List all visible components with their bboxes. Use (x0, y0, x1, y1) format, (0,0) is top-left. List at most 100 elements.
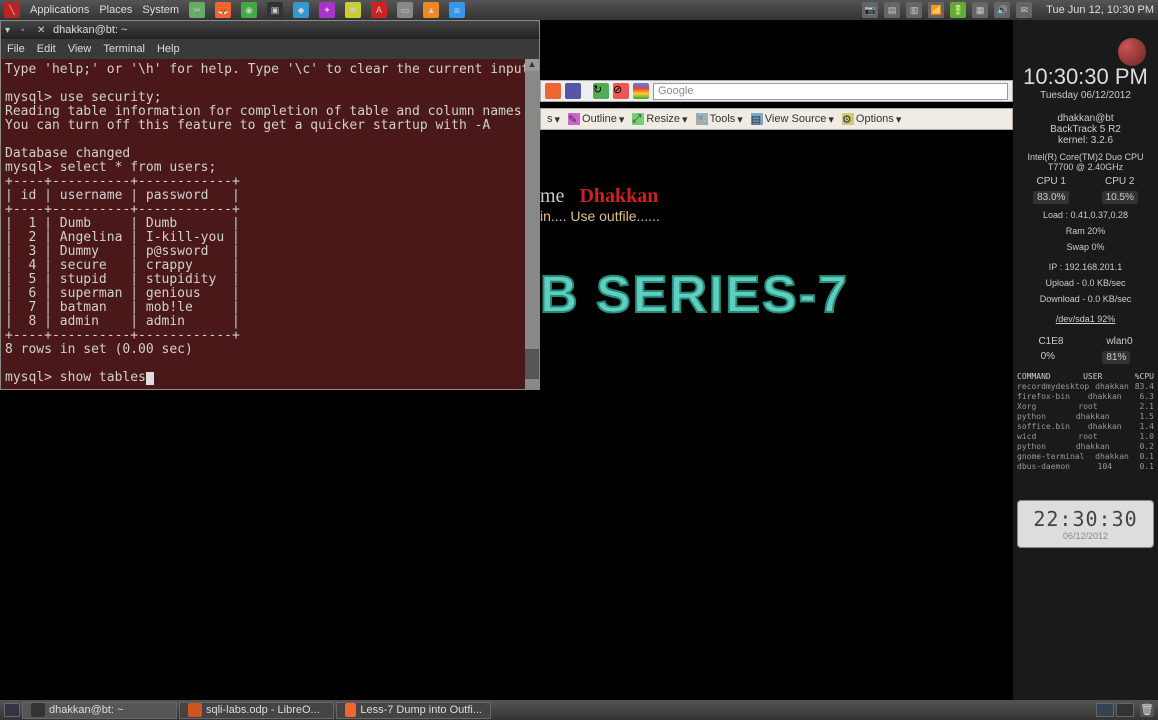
tool-s[interactable]: s ▾ (547, 113, 560, 126)
browser-search-input[interactable]: Google (653, 83, 1008, 100)
workspace-1[interactable] (1096, 703, 1114, 717)
app-icon-2[interactable]: ◆ (293, 2, 309, 18)
window-close-icon[interactable]: ✕ (37, 25, 47, 35)
desktop-clock: 22:30:30 06/12/2012 (1017, 500, 1154, 548)
process-row: pythondhakkan1.5 (1017, 412, 1154, 422)
workspace-switcher[interactable] (1096, 703, 1134, 717)
process-row: firefox-bindhakkan6.3 (1017, 392, 1154, 402)
taskbar-firefox[interactable]: Less-7 Dump into Outfi... (336, 702, 491, 719)
menu-system[interactable]: System (142, 4, 179, 16)
conky-download: Download - 0.0 KB/sec (1017, 294, 1154, 304)
terminal-body[interactable]: Type 'help;' or '\h' for help. Type '\c'… (1, 59, 539, 389)
term-menu-terminal[interactable]: Terminal (103, 43, 145, 55)
window-pin-icon[interactable]: ◦ (21, 25, 31, 35)
mail-icon[interactable]: ✉ (1016, 2, 1032, 18)
iface2-label: wlan0 (1106, 336, 1132, 347)
addon-icon-2[interactable] (565, 83, 581, 99)
tray-icon-b[interactable]: ▥ (906, 2, 922, 18)
google-g-icon[interactable] (633, 83, 649, 99)
cpu1-label: CPU 1 (1037, 176, 1066, 187)
clock-big: 22:30:30 (1024, 507, 1147, 531)
taskbar-terminal-label: dhakkan@bt: ~ (49, 704, 123, 716)
dropbox-icon[interactable]: ⧈ (449, 2, 465, 18)
taskbar-firefox-label: Less-7 Dump into Outfi... (360, 704, 482, 716)
tool-options[interactable]: ⚙Options ▾ (842, 113, 901, 126)
vlc-icon[interactable]: ▲ (423, 2, 439, 18)
app-icon-5[interactable]: ▭ (397, 2, 413, 18)
taskbar-libreoffice[interactable]: sqli-labs.odp - LibreO... (179, 702, 334, 719)
scrollbar-up-icon[interactable]: ▲ (525, 59, 539, 71)
conky-distro: BackTrack 5 R2 (1017, 124, 1154, 135)
task-impress-icon (188, 703, 202, 717)
tool-icon-1[interactable]: ✂ (189, 2, 205, 18)
terminal-scrollbar[interactable]: ▲ (525, 59, 539, 389)
search-placeholder-text: Google (658, 85, 693, 97)
menu-applications[interactable]: Applications (30, 4, 89, 16)
network-icon[interactable]: 📶 (928, 2, 944, 18)
stop-icon[interactable]: ⊘ (613, 83, 629, 99)
process-row: wicdroot1.0 (1017, 432, 1154, 442)
welcome-line: me Dhakkan (540, 185, 658, 208)
cpu2-label: CPU 2 (1105, 176, 1134, 187)
chrome-icon[interactable]: ◉ (241, 2, 257, 18)
terminal-icon[interactable]: ▣ (267, 2, 283, 18)
iface1-pct: 0% (1041, 351, 1055, 364)
conky-swap: Swap 0% (1017, 242, 1154, 252)
scrollbar-thumb[interactable] (525, 349, 539, 379)
term-menu-view[interactable]: View (68, 43, 92, 55)
process-table: COMMANDUSER%CPUrecordmydesktopdhakkan83.… (1017, 372, 1154, 472)
conky-host: dhakkan@bt (1017, 113, 1154, 124)
process-row: Xorgroot2.1 (1017, 402, 1154, 412)
app-icon-4[interactable]: ✖ (345, 2, 361, 18)
tool-tools[interactable]: 🔧Tools ▾ (696, 113, 743, 126)
tray-icon-c[interactable]: ▦ (972, 2, 988, 18)
term-menu-help[interactable]: Help (157, 43, 180, 55)
term-menu-file[interactable]: File (7, 43, 25, 55)
reload-icon[interactable]: ↻ (593, 83, 609, 99)
tool-viewsource[interactable]: ▤View Source ▾ (751, 113, 834, 126)
conky-date: Tuesday 06/12/2012 (1017, 90, 1154, 101)
top-panel: ╲ Applications Places System ✂ 🦊 ◉ ▣ ◆ ✦… (0, 0, 1158, 20)
distro-icon[interactable]: ╲ (4, 2, 20, 18)
process-row: recordmydesktopdhakkan83.4 (1017, 382, 1154, 392)
task-firefox-icon (345, 703, 356, 717)
process-row: pythondhakkan0.2 (1017, 442, 1154, 452)
taskbar-libreoffice-label: sqli-labs.odp - LibreO... (206, 704, 320, 716)
term-menu-edit[interactable]: Edit (37, 43, 56, 55)
addon-icon-1[interactable] (545, 83, 561, 99)
trash-icon[interactable]: 🗑 (1140, 703, 1154, 717)
tray-icon-a[interactable]: ▤ (884, 2, 900, 18)
battery-icon[interactable]: 🔋 (950, 2, 966, 18)
volume-icon[interactable]: 🔊 (994, 2, 1010, 18)
process-row: gnome-terminaldhakkan0.1 (1017, 452, 1154, 462)
process-row: dbus-daemon1040.1 (1017, 462, 1154, 472)
pdf-icon[interactable]: A (371, 2, 387, 18)
conky-ip: IP : 192.168.201.1 (1017, 262, 1154, 272)
cpu1-pct: 83.0% (1033, 191, 1069, 204)
welcome-name: Dhakkan (579, 185, 658, 207)
conky-upload: Upload - 0.0 KB/sec (1017, 278, 1154, 288)
terminal-window: ▾ ◦ ✕ dhakkan@bt: ~ File Edit View Termi… (0, 20, 540, 390)
iface2-pct: 81% (1102, 351, 1130, 364)
terminal-menubar: File Edit View Terminal Help (1, 39, 539, 59)
firefox-icon[interactable]: 🦊 (215, 2, 231, 18)
tool-outline[interactable]: ✎Outline ▾ (568, 113, 624, 126)
panel-clock[interactable]: Tue Jun 12, 10:30 PM (1046, 4, 1154, 16)
conky-time: 10:30:30 PM (1017, 64, 1154, 90)
conky-cpu-model: Intel(R) Core(TM)2 Duo CPU T7700 @ 2.40G… (1017, 152, 1154, 172)
menu-places[interactable]: Places (99, 4, 132, 16)
bottom-panel: dhakkan@bt: ~ sqli-labs.odp - LibreO... … (0, 700, 1158, 720)
cpu2-pct: 10.5% (1102, 191, 1138, 204)
conky-ram: Ram 20% (1017, 226, 1154, 236)
conky-disk: /dev/sda1 92% (1017, 314, 1154, 324)
taskbar-terminal[interactable]: dhakkan@bt: ~ (22, 702, 177, 719)
show-desktop-icon[interactable] (4, 703, 20, 717)
app-icon-3[interactable]: ✦ (319, 2, 335, 18)
workspace-2[interactable] (1116, 703, 1134, 717)
tool-resize[interactable]: ⤢Resize ▾ (632, 113, 687, 126)
lesson-subtitle: in.... Use outfile...... (540, 208, 660, 224)
camera-icon[interactable]: 📷 (862, 2, 878, 18)
conky-panel: 10:30:30 PM Tuesday 06/12/2012 dhakkan@b… (1013, 20, 1158, 700)
window-menu-icon[interactable]: ▾ (5, 25, 15, 35)
terminal-titlebar[interactable]: ▾ ◦ ✕ dhakkan@bt: ~ (1, 21, 539, 39)
